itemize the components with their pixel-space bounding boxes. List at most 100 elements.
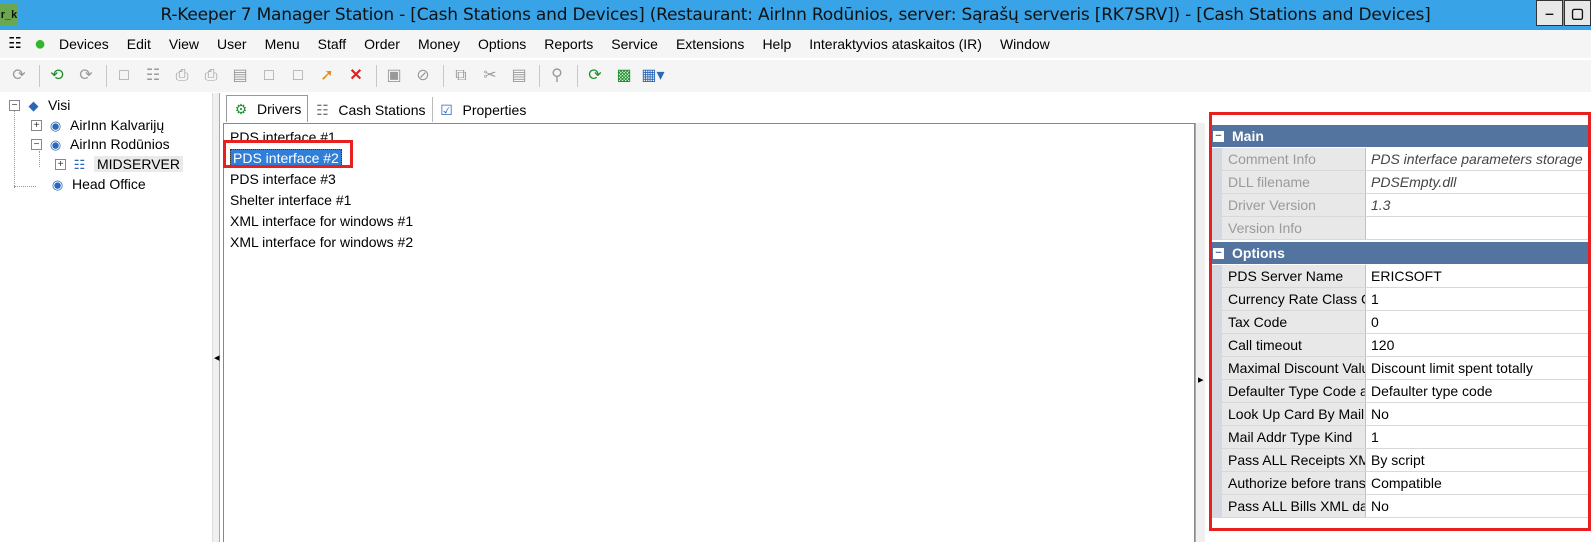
- document-copy-icon[interactable]: □: [285, 63, 311, 89]
- tree-node-airinn-kalvariju[interactable]: + ◉ AirInn Kalvarijų: [31, 115, 164, 135]
- cancel-icon[interactable]: ⊘: [410, 63, 436, 89]
- toolbar-separator: [376, 65, 377, 87]
- tree-node-head-office[interactable]: ◉ Head Office: [49, 174, 146, 194]
- document-icon[interactable]: □: [256, 63, 282, 89]
- tab-cash-stations[interactable]: ☷ Cash Stations: [308, 97, 433, 122]
- property-row[interactable]: Look Up Card By Mail A No: [1209, 403, 1591, 426]
- tree-node-root[interactable]: − ◆ Visi: [9, 95, 70, 115]
- property-value[interactable]: 120: [1366, 334, 1591, 356]
- menu-order[interactable]: Order: [355, 36, 409, 52]
- menu-window[interactable]: Window: [991, 36, 1059, 52]
- folder-icon[interactable]: ▤: [227, 63, 253, 89]
- tree-node-midserver[interactable]: + ☷ MIDSERVER: [55, 154, 183, 174]
- export-icon[interactable]: ➚: [314, 63, 340, 89]
- property-value[interactable]: No: [1366, 403, 1591, 425]
- property-value[interactable]: 0: [1366, 311, 1591, 333]
- property-row[interactable]: Driver Version 1.3: [1209, 194, 1591, 217]
- category-main[interactable]: − Main: [1209, 125, 1591, 147]
- list-item[interactable]: Shelter interface #1: [230, 190, 351, 210]
- property-value[interactable]: ERICSOFT: [1366, 265, 1591, 287]
- property-value[interactable]: Defaulter type code: [1366, 380, 1591, 402]
- list-item[interactable]: XML interface for windows #1: [230, 211, 413, 231]
- property-row[interactable]: Comment Info PDS interface parameters st…: [1209, 148, 1591, 171]
- tree-node-label: Visi: [48, 97, 71, 113]
- menu-menu[interactable]: Menu: [256, 36, 309, 52]
- property-row[interactable]: Tax Code 0: [1209, 311, 1591, 334]
- network-icon[interactable]: ▩: [611, 63, 637, 89]
- menu-help[interactable]: Help: [753, 36, 800, 52]
- collapse-icon[interactable]: −: [1213, 247, 1224, 259]
- property-row[interactable]: Authorize before transa Compatible: [1209, 472, 1591, 495]
- save-icon[interactable]: ▣: [381, 63, 407, 89]
- property-row[interactable]: Maximal Discount Value Discount limit sp…: [1209, 357, 1591, 380]
- expand-icon[interactable]: +: [55, 158, 66, 170]
- list-item[interactable]: XML interface for windows #2: [230, 232, 413, 252]
- tree-node-airinn-rodunios[interactable]: − ◉ AirInn Rodūnios: [31, 134, 170, 154]
- menu-extensions[interactable]: Extensions: [667, 36, 753, 52]
- row-gutter: [1209, 334, 1222, 356]
- property-value[interactable]: Discount limit spent totally: [1366, 357, 1591, 379]
- new-document-icon[interactable]: □: [111, 63, 137, 89]
- property-row[interactable]: DLL filename PDSEmpty.dll: [1209, 171, 1591, 194]
- property-value[interactable]: 1: [1366, 288, 1591, 310]
- collapse-left-arrow-icon[interactable]: ◂: [214, 351, 220, 364]
- property-value[interactable]: 1: [1366, 426, 1591, 448]
- maximize-button[interactable]: ▢: [1564, 0, 1591, 26]
- printer-icon[interactable]: ⎙: [169, 63, 195, 89]
- property-value[interactable]: Compatible: [1366, 472, 1591, 494]
- collapse-icon[interactable]: −: [31, 138, 42, 150]
- menu-staff[interactable]: Staff: [309, 36, 356, 52]
- property-row[interactable]: PDS Server Name ERICSOFT: [1209, 265, 1591, 288]
- menu-edit[interactable]: Edit: [118, 36, 160, 52]
- property-row[interactable]: Pass ALL Receipts XM By script: [1209, 449, 1591, 472]
- list-item[interactable]: PDS interface #3: [230, 169, 336, 189]
- cash-station-icon: ☷: [316, 101, 329, 118]
- cut-icon[interactable]: ✂: [477, 63, 503, 89]
- tab-label: Cash Stations: [338, 101, 426, 118]
- category-options[interactable]: − Options: [1209, 242, 1591, 264]
- sync-icon[interactable]: ⟳: [582, 63, 608, 89]
- back-icon[interactable]: ⟲: [44, 63, 70, 89]
- forward-icon[interactable]: ⟳: [73, 63, 99, 89]
- property-grid: − Main Comment Info PDS interface parame…: [1209, 125, 1591, 542]
- cash-station-icon[interactable]: ☷: [140, 63, 166, 89]
- menu-options[interactable]: Options: [469, 36, 535, 52]
- menu-view[interactable]: View: [160, 36, 208, 52]
- refresh-icon[interactable]: ⟳: [6, 63, 32, 89]
- property-row[interactable]: Pass ALL Bills XML dat No: [1209, 495, 1591, 518]
- expand-icon[interactable]: +: [31, 119, 42, 131]
- tree-node-label: Head Office: [72, 176, 146, 192]
- collapse-right-arrow-icon[interactable]: ▸: [1198, 373, 1204, 386]
- delete-icon[interactable]: ✕: [343, 63, 369, 89]
- collapse-icon[interactable]: −: [1213, 130, 1224, 142]
- list-item[interactable]: PDS interface #1: [230, 127, 336, 147]
- copy-icon[interactable]: ⧉: [448, 63, 474, 89]
- menu-service[interactable]: Service: [602, 36, 667, 52]
- menu-money[interactable]: Money: [409, 36, 469, 52]
- property-value[interactable]: No: [1366, 495, 1591, 517]
- row-gutter: [1209, 472, 1222, 494]
- search-icon[interactable]: ⚲: [544, 63, 570, 89]
- printer-settings-icon[interactable]: ⎙: [198, 63, 224, 89]
- view-options-dropdown-icon[interactable]: ▦▾: [640, 63, 666, 89]
- menu-devices[interactable]: Devices: [50, 36, 118, 52]
- property-row[interactable]: Currency Rate Class Co 1: [1209, 288, 1591, 311]
- property-row[interactable]: Call timeout 120: [1209, 334, 1591, 357]
- tab-properties[interactable]: ☑ Properties: [433, 97, 533, 122]
- menu-user[interactable]: User: [208, 36, 256, 52]
- property-row[interactable]: Mail Addr Type Kind 1: [1209, 426, 1591, 449]
- minimize-button[interactable]: ‒: [1536, 0, 1563, 26]
- property-row[interactable]: Defaulter Type Code as Defaulter type co…: [1209, 380, 1591, 403]
- menu-reports[interactable]: Reports: [535, 36, 602, 52]
- tab-drivers[interactable]: ⚙ Drivers: [226, 95, 309, 122]
- cash-register-icon[interactable]: ☷: [5, 34, 25, 54]
- property-row[interactable]: Version Info: [1209, 217, 1591, 240]
- property-value[interactable]: By script: [1366, 449, 1591, 471]
- collapse-icon[interactable]: −: [9, 99, 20, 111]
- paste-icon[interactable]: ▤: [506, 63, 532, 89]
- menu-interactive-reports[interactable]: Interaktyvios ataskaitos (IR): [800, 36, 991, 52]
- right-panel-splitter[interactable]: ▸: [1195, 123, 1205, 542]
- left-panel-splitter[interactable]: ◂: [212, 93, 220, 542]
- list-item-selected[interactable]: PDS interface #2: [230, 148, 342, 168]
- row-gutter: [1209, 311, 1222, 333]
